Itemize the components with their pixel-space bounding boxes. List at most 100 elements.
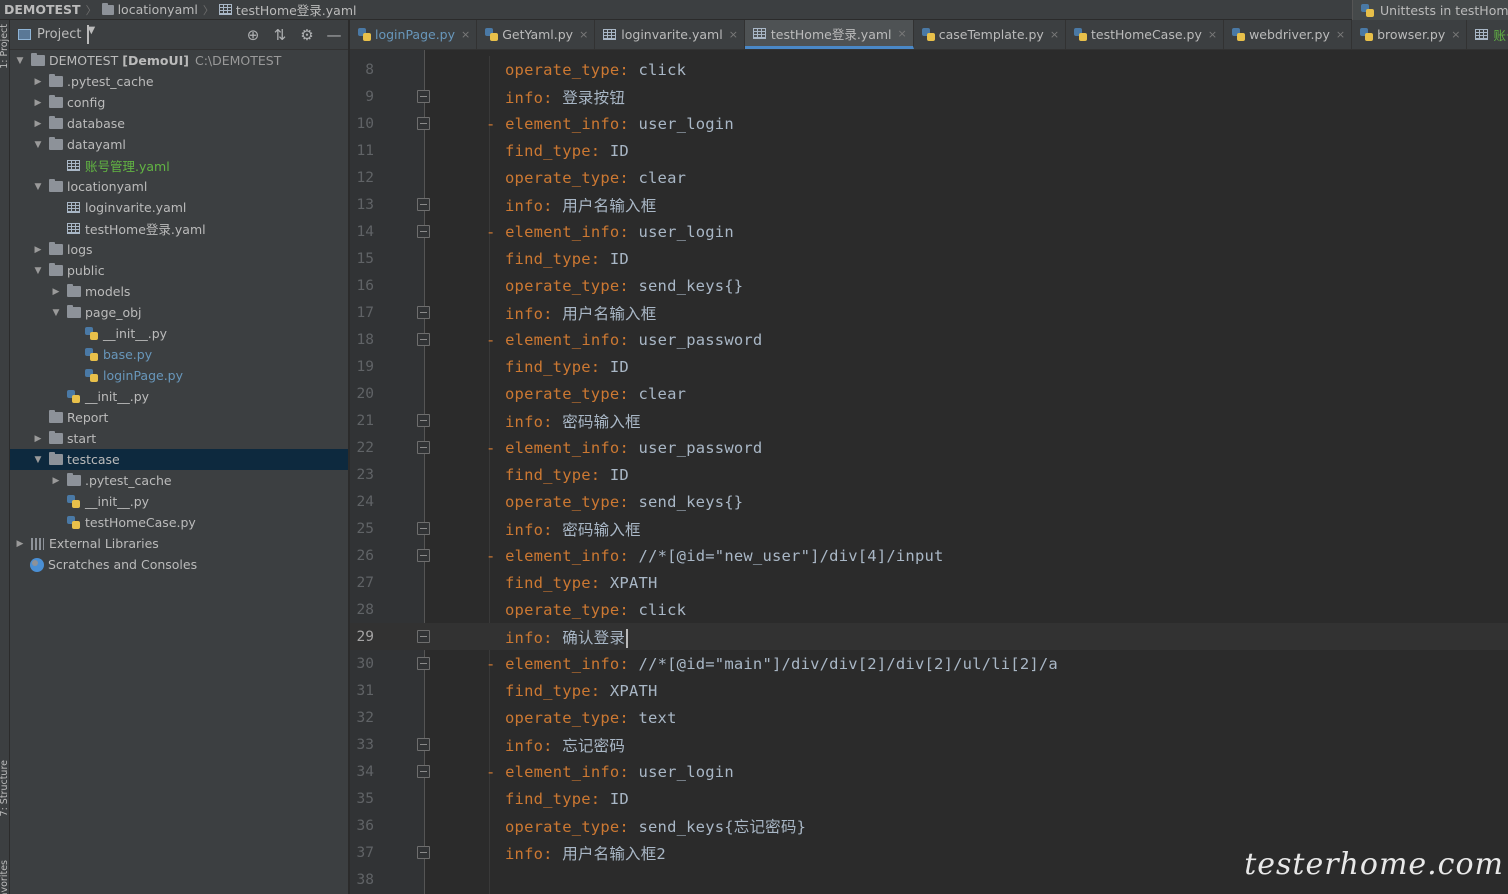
fold-marker-icon[interactable]: [417, 414, 430, 427]
tree-node[interactable]: Scratches and Consoles: [10, 554, 348, 575]
expand-right-icon[interactable]: ▶: [32, 98, 44, 108]
code-line[interactable]: 27 find_type: XPATH: [350, 569, 1508, 596]
tree-node[interactable]: base.py: [10, 344, 348, 365]
tree-node[interactable]: ▶ models: [10, 281, 348, 302]
expand-right-icon[interactable]: ▶: [32, 77, 44, 87]
fold-marker-icon[interactable]: [417, 90, 430, 103]
project-view-selector[interactable]: Project ▼: [18, 25, 95, 44]
editor-tab[interactable]: caseTemplate.py ×: [914, 20, 1067, 49]
expand-down-icon[interactable]: ▼: [14, 56, 26, 66]
code-line[interactable]: 31 find_type: XPATH: [350, 677, 1508, 704]
close-icon[interactable]: ×: [1050, 28, 1059, 41]
breadcrumb-item-file[interactable]: testHome登录.yaml: [217, 0, 359, 20]
code-line[interactable]: 17 info: 用户名输入框: [350, 299, 1508, 326]
close-icon[interactable]: ×: [1208, 28, 1217, 41]
code-line[interactable]: 9 info: 登录按钮: [350, 83, 1508, 110]
code-line[interactable]: 16 operate_type: send_keys{}: [350, 272, 1508, 299]
expand-right-icon[interactable]: ▶: [14, 539, 26, 549]
tree-node[interactable]: ▶ External Libraries: [10, 533, 348, 554]
editor-tab[interactable]: GetYaml.py ×: [477, 20, 596, 49]
code-line[interactable]: 25 info: 密码输入框: [350, 515, 1508, 542]
tree-node[interactable]: ▶ database: [10, 113, 348, 134]
run-configuration-selector[interactable]: Unittests in testHomeC: [1352, 0, 1508, 20]
fold-marker-icon[interactable]: [417, 441, 430, 454]
close-icon[interactable]: ×: [898, 27, 907, 40]
fold-marker-icon[interactable]: [417, 549, 430, 562]
tree-node[interactable]: ▼ locationyaml: [10, 176, 348, 197]
fold-marker-icon[interactable]: [417, 198, 430, 211]
favorites-tool-tab[interactable]: Favorites: [0, 860, 10, 894]
expand-right-icon[interactable]: ▶: [32, 434, 44, 444]
fold-marker-icon[interactable]: [417, 657, 430, 670]
code-line[interactable]: 8 operate_type: click: [350, 56, 1508, 83]
code-line[interactable]: 33 info: 忘记密码: [350, 731, 1508, 758]
fold-marker-icon[interactable]: [417, 765, 430, 778]
fold-marker-icon[interactable]: [417, 630, 430, 643]
tree-node[interactable]: Report: [10, 407, 348, 428]
code-line[interactable]: 30 - element_info: //*[@id="main"]/div/di…: [350, 650, 1508, 677]
tree-node[interactable]: loginPage.py: [10, 365, 348, 386]
code-line[interactable]: 34 - element_info: user_login: [350, 758, 1508, 785]
code-line[interactable]: 22 - element_info: user_password: [350, 434, 1508, 461]
expand-right-icon[interactable]: ▶: [50, 287, 62, 297]
code-line[interactable]: 29 info: 确认登录: [350, 623, 1508, 650]
tree-node[interactable]: __init__.py: [10, 323, 348, 344]
expand-down-icon[interactable]: ▼: [32, 182, 44, 192]
expand-right-icon[interactable]: ▶: [32, 245, 44, 255]
tree-node[interactable]: __init__.py: [10, 386, 348, 407]
fold-marker-icon[interactable]: [417, 522, 430, 535]
code-line[interactable]: 26 - element_info: //*[@id="new_user"]/di…: [350, 542, 1508, 569]
tree-node[interactable]: ▼ testcase: [10, 449, 348, 470]
editor-tab[interactable]: testHomeCase.py ×: [1066, 20, 1225, 49]
tree-node[interactable]: ▶ config: [10, 92, 348, 113]
tree-node[interactable]: __init__.py: [10, 491, 348, 512]
code-line[interactable]: 32 operate_type: text: [350, 704, 1508, 731]
collapse-all-icon[interactable]: ⇅: [272, 26, 288, 44]
editor-tab[interactable]: loginvarite.yaml ×: [595, 20, 745, 49]
tree-node[interactable]: testHome登录.yaml: [10, 218, 348, 239]
breadcrumb-item-folder[interactable]: locationyaml: [100, 0, 200, 20]
expand-down-icon[interactable]: ▼: [32, 266, 44, 276]
tree-node[interactable]: ▶ .pytest_cache: [10, 71, 348, 92]
code-line[interactable]: 35 find_type: ID: [350, 785, 1508, 812]
tree-node[interactable]: testHomeCase.py: [10, 512, 348, 533]
code-line[interactable]: 11 find_type: ID: [350, 137, 1508, 164]
fold-marker-icon[interactable]: [417, 738, 430, 751]
tree-node[interactable]: 账号管理.yaml: [10, 155, 348, 176]
close-icon[interactable]: ×: [729, 28, 738, 41]
close-icon[interactable]: ×: [1336, 28, 1345, 41]
code-line[interactable]: 12 operate_type: clear: [350, 164, 1508, 191]
locate-file-icon[interactable]: ⊕: [245, 26, 261, 44]
fold-marker-icon[interactable]: [417, 117, 430, 130]
expand-down-icon[interactable]: ▼: [50, 308, 62, 318]
expand-right-icon[interactable]: ▶: [32, 119, 44, 129]
code-line[interactable]: 10 - element_info: user_login: [350, 110, 1508, 137]
editor-tab[interactable]: loginPage.py ×: [350, 20, 478, 49]
code-line[interactable]: 19 find_type: ID: [350, 353, 1508, 380]
code-line[interactable]: 18 - element_info: user_password: [350, 326, 1508, 353]
tree-node[interactable]: ▶ .pytest_cache: [10, 470, 348, 491]
editor-tab[interactable]: webdriver.py ×: [1224, 20, 1353, 49]
code-line[interactable]: 15 find_type: ID: [350, 245, 1508, 272]
tree-node[interactable]: ▼ datayaml: [10, 134, 348, 155]
expand-down-icon[interactable]: ▼: [32, 140, 44, 150]
breadcrumb-item-project[interactable]: DEMOTEST: [0, 0, 83, 20]
code-line[interactable]: 13 info: 用户名输入框: [350, 191, 1508, 218]
code-line[interactable]: 36 operate_type: send_keys{忘记密码}: [350, 812, 1508, 839]
editor-tab[interactable]: 账号管理.yaml×: [1467, 20, 1508, 49]
fold-marker-icon[interactable]: [417, 225, 430, 238]
tree-node[interactable]: ▶ logs: [10, 239, 348, 260]
tree-node[interactable]: ▼ page_obj: [10, 302, 348, 323]
fold-marker-icon[interactable]: [417, 846, 430, 859]
editor-tab[interactable]: testHome登录.yaml ×: [744, 20, 914, 49]
expand-down-icon[interactable]: ▼: [32, 455, 44, 465]
gear-icon[interactable]: ⚙: [299, 26, 315, 44]
project-tool-tab[interactable]: 1: Project: [0, 24, 10, 69]
code-line[interactable]: 24 operate_type: send_keys{}: [350, 488, 1508, 515]
fold-marker-icon[interactable]: [417, 333, 430, 346]
editor-tab[interactable]: browser.py ×: [1352, 20, 1468, 49]
tree-node[interactable]: ▶ start: [10, 428, 348, 449]
fold-marker-icon[interactable]: [417, 306, 430, 319]
expand-right-icon[interactable]: ▶: [50, 476, 62, 486]
structure-tool-tab[interactable]: 7: Structure: [0, 760, 10, 816]
